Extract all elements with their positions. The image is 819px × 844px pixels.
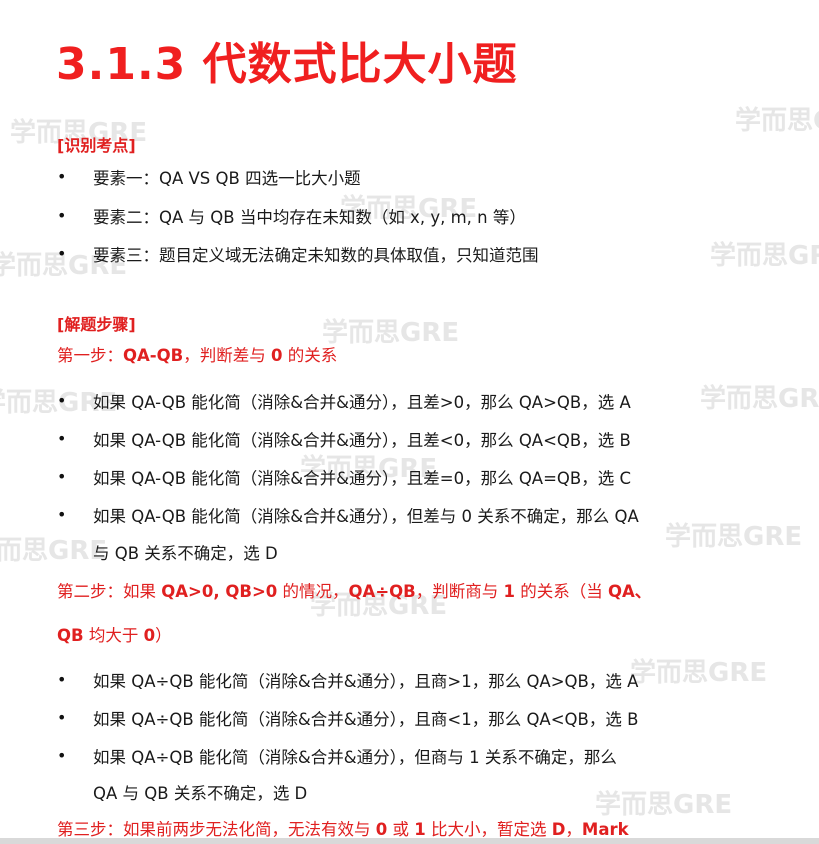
- step-1-bold: QA-QB: [123, 346, 184, 365]
- bullet-icon: •: [57, 244, 67, 263]
- list-item: 如果 QA-QB 能化简（消除&合并&通分），且差=0，那么 QA=QB，选 C: [93, 469, 631, 488]
- step-1-heading: 第一步：QA-QB，判断差与 0 的关系: [57, 342, 337, 366]
- step-2-bold4: QA、: [608, 582, 652, 601]
- step-3-middle2: 比大小，暂定选: [425, 820, 552, 839]
- step-2-suffix: 的关系（当: [515, 582, 608, 601]
- list-item: 要素一：QA VS QB 四选一比大小题: [93, 169, 361, 188]
- list-item-continuation: 与 QB 关系不确定，选 D: [93, 544, 278, 563]
- list-item: 如果 QA-QB 能化简（消除&合并&通分），且差<0，那么 QA<QB，选 B: [93, 431, 631, 450]
- section-tag-identify: [识别考点]: [57, 136, 136, 155]
- step-3-bold: 0: [375, 820, 388, 839]
- bullet-icon: •: [57, 670, 67, 689]
- step-2-line2-middle: 均大于: [83, 626, 144, 645]
- step-2-heading-continuation: QB 均大于 0）: [57, 622, 172, 646]
- list-item: 如果 QA÷QB 能化简（消除&合并&通分），但商与 1 关系不确定，那么: [93, 748, 617, 767]
- step-2-line2-bold2: 0: [143, 626, 156, 645]
- bullet-icon: •: [57, 708, 67, 727]
- bullet-icon: •: [57, 505, 67, 524]
- step-2-heading: 第二步：如果 QA>0, QB>0 的情况，QA÷QB，判断商与 1 的关系（当…: [57, 578, 651, 602]
- watermark: 学而思GRE: [665, 522, 803, 552]
- step-3-bold3: D: [551, 820, 566, 839]
- step-2-middle2: ，判断商与: [415, 582, 504, 601]
- watermark: 学而思GRE: [735, 106, 819, 136]
- step-3-prefix: 第三步：如果前两步无法化简，无法有效与: [57, 820, 376, 839]
- step-3-bold4: Mark: [581, 820, 629, 839]
- step-3-middle: 或: [387, 820, 415, 839]
- bullet-icon: •: [57, 429, 67, 448]
- section-tag-solve: [解题步骤]: [57, 315, 136, 334]
- list-item: 如果 QA÷QB 能化简（消除&合并&通分），且商<1，那么 QA<QB，选 B: [93, 710, 639, 729]
- step-3-heading: 第三步：如果前两步无法化简，无法有效与 0 或 1 比大小，暂定选 D，Mark: [57, 816, 629, 840]
- watermark: 学而思GRE: [322, 318, 460, 348]
- bullet-icon: •: [57, 391, 67, 410]
- list-item: 要素二：QA 与 QB 当中均存在未知数（如 x, y, m, n 等）: [93, 208, 526, 227]
- document-page: 学而思GRE 学而思GRE 学而思GRE 学而思GRE 学而思GRE 学而思GR…: [0, 0, 819, 844]
- step-1-middle: ，判断差与: [183, 346, 271, 365]
- page-bottom-edge: [0, 838, 819, 844]
- bullet-icon: •: [57, 206, 67, 225]
- watermark: 学而思GRE: [700, 384, 819, 414]
- list-item: 如果 QA÷QB 能化简（消除&合并&通分），且商>1，那么 QA>QB，选 A: [93, 672, 639, 691]
- step-1-suffix: 的关系: [282, 346, 338, 365]
- step-3-bold2: 1: [414, 820, 426, 839]
- bullet-icon: •: [57, 746, 67, 765]
- step-2-prefix: 第二步：如果: [57, 582, 162, 601]
- step-2-bold3: 1: [503, 582, 515, 601]
- watermark: 学而思GRE: [0, 536, 108, 566]
- step-2-line2-bold: QB: [57, 626, 84, 645]
- list-item: 如果 QA-QB 能化简（消除&合并&通分），且差>0，那么 QA>QB，选 A: [93, 393, 631, 412]
- step-3-middle3: ，: [565, 820, 582, 839]
- list-item: 如果 QA-QB 能化简（消除&合并&通分），但差与 0 关系不确定，那么 QA: [93, 507, 639, 526]
- page-title: 3.1.3 代数式比大小题: [56, 39, 518, 90]
- step-2-bold2: QA÷QB: [348, 582, 416, 601]
- watermark: 学而思GRE: [630, 658, 768, 688]
- watermark: 学而思GRE: [710, 241, 819, 271]
- step-1-bold2: 0: [271, 346, 283, 365]
- list-item-continuation: QA 与 QB 关系不确定，选 D: [93, 784, 308, 803]
- list-item: 要素三：题目定义域无法确定未知数的具体取值，只知道范围: [93, 246, 539, 265]
- step-1-prefix: 第一步：: [57, 346, 123, 365]
- step-2-line2-suffix: ）: [155, 626, 172, 645]
- bullet-icon: •: [57, 167, 67, 186]
- step-2-bold: QA>0, QB>0: [161, 582, 278, 601]
- bullet-icon: •: [57, 467, 67, 486]
- step-2-middle: 的情况，: [277, 582, 349, 601]
